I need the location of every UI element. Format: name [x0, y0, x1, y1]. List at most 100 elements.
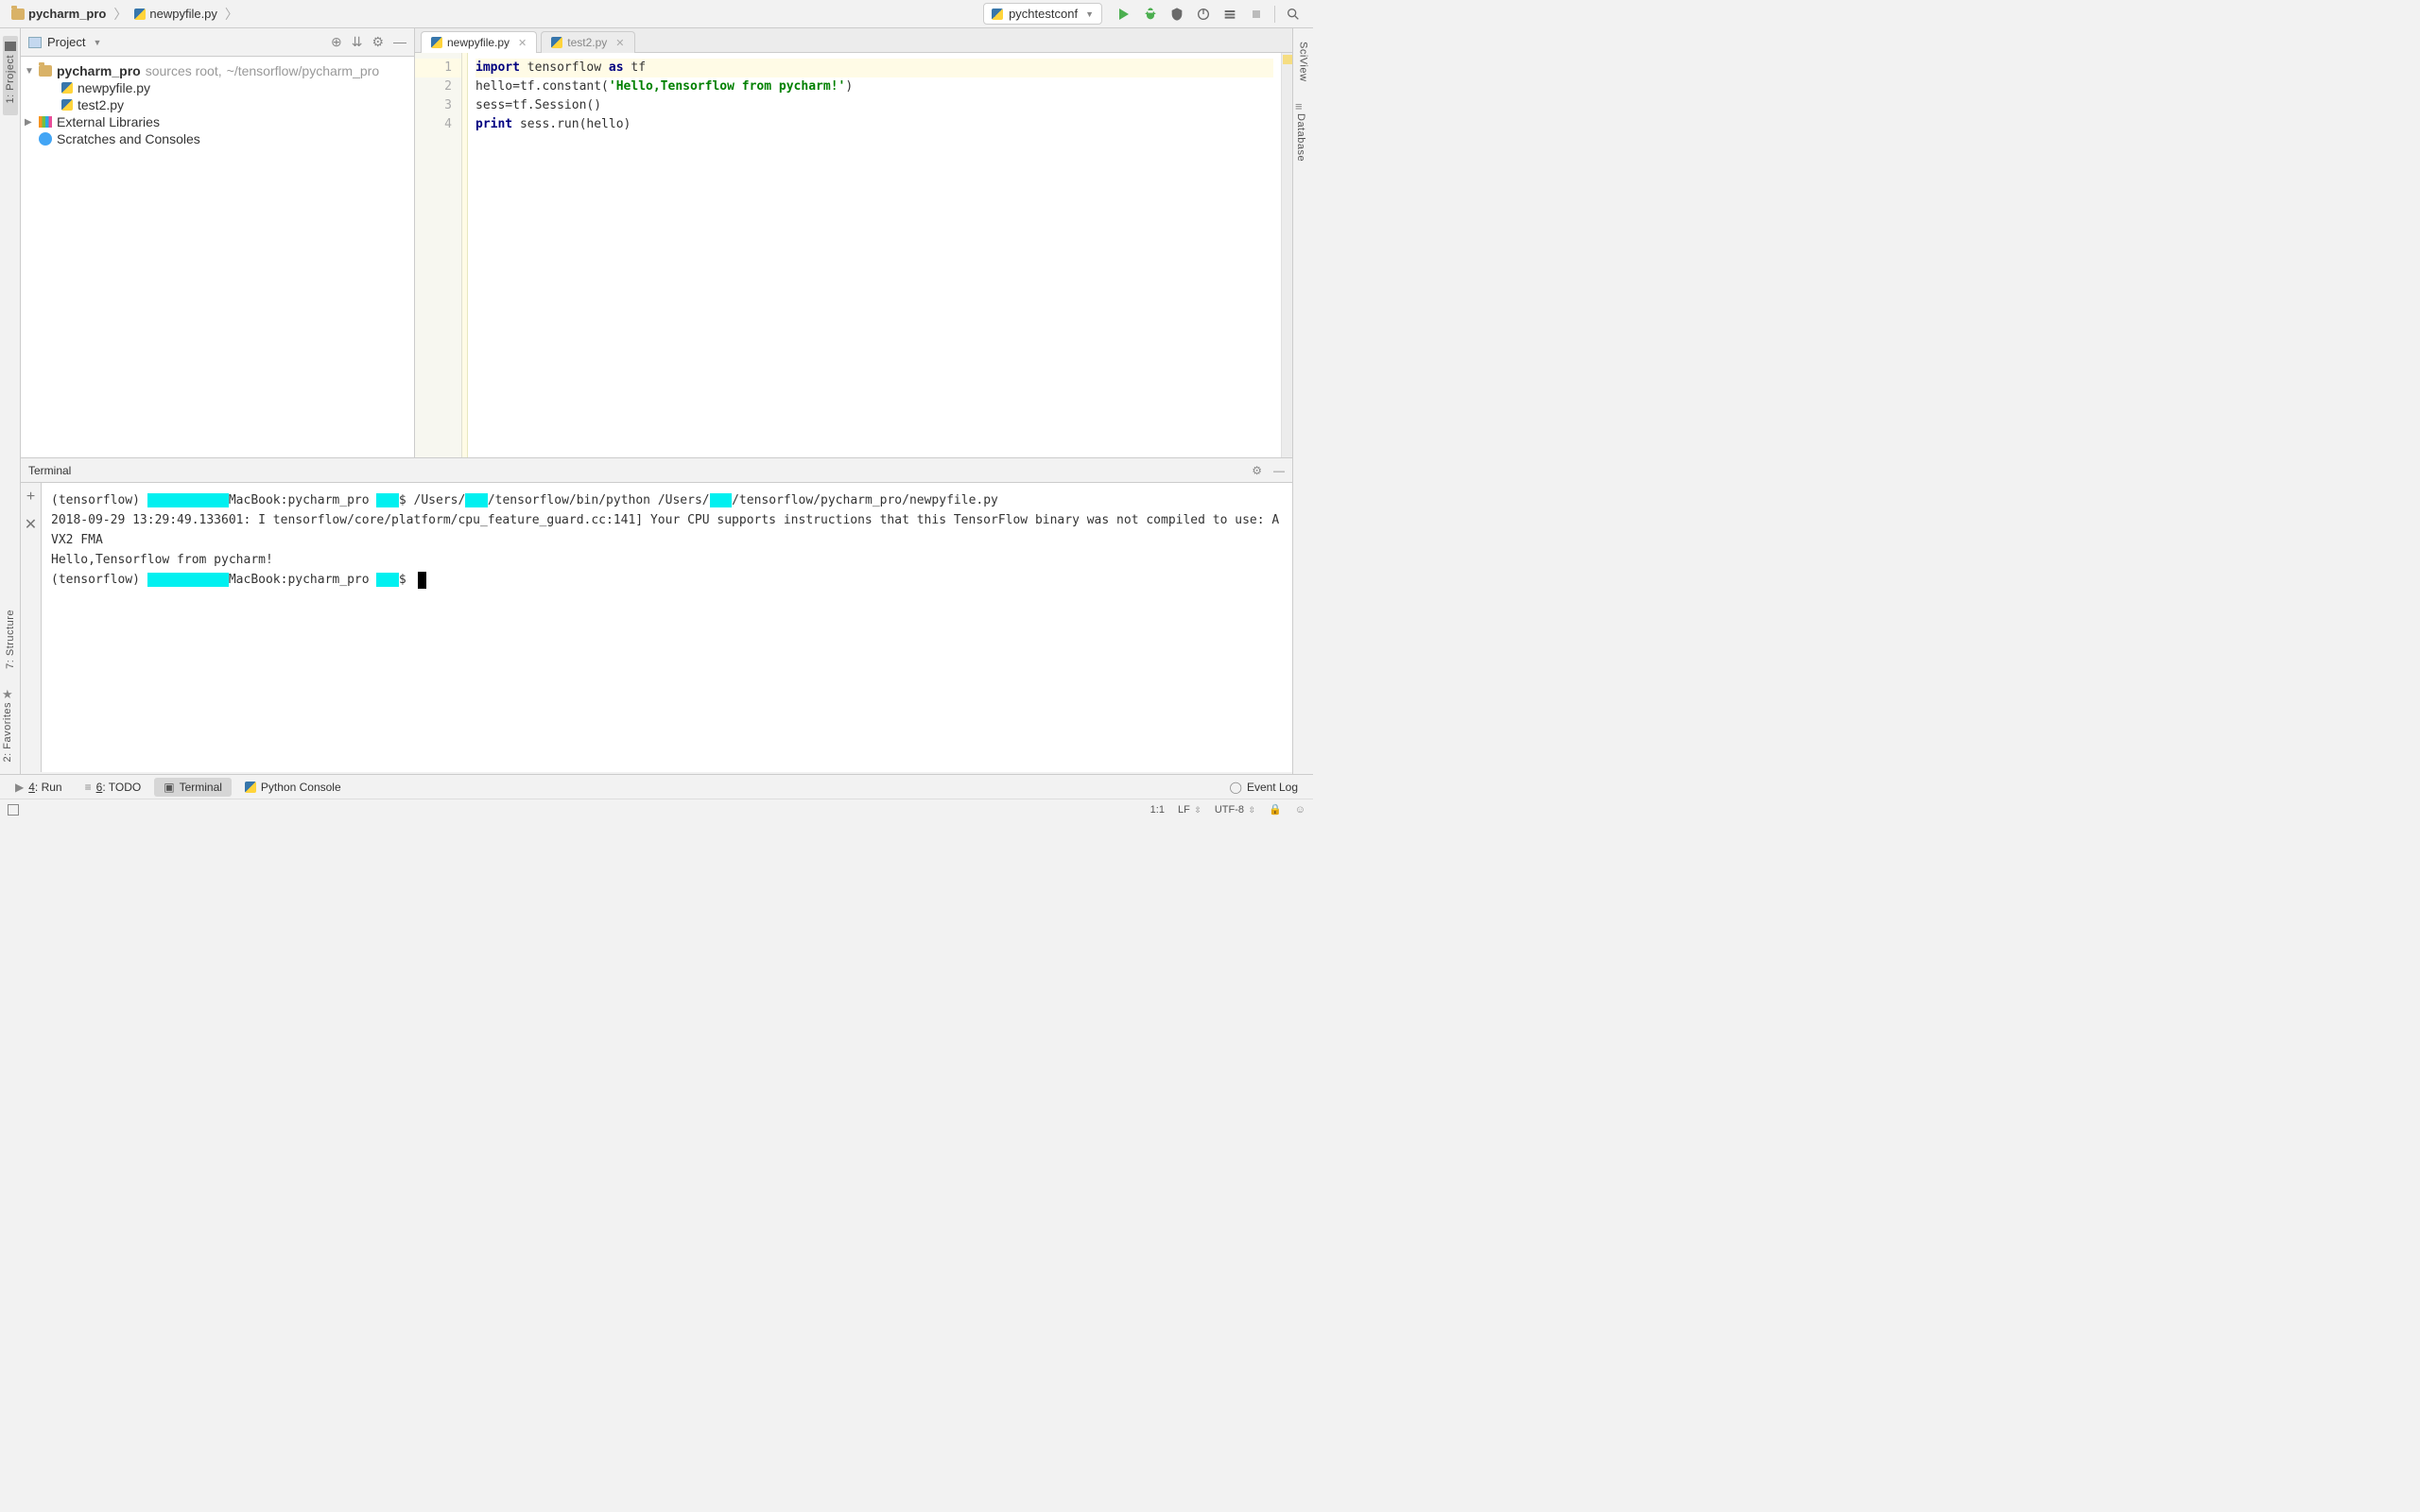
folder-icon	[5, 42, 16, 51]
redacted: XXX	[710, 493, 732, 507]
line-separator-selector[interactable]: LF ⇳	[1178, 804, 1201, 816]
run-with-coverage-button[interactable]	[1168, 6, 1185, 23]
stop-button[interactable]	[1248, 6, 1265, 23]
python-icon	[431, 37, 442, 48]
expand-icon[interactable]: ▼	[25, 66, 34, 77]
tree-file-row[interactable]: test2.py	[25, 96, 410, 113]
breadcrumb-root[interactable]: pycharm_pro	[6, 5, 112, 23]
structure-toolwindow-tab[interactable]: 7: Structure	[3, 604, 18, 681]
t: Hello,Tensorflow from pycharm!	[51, 553, 273, 567]
event-log-icon: ◯	[1230, 781, 1242, 794]
concurrency-icon	[1222, 7, 1237, 22]
project-view-icon	[28, 37, 42, 48]
terminal-header: Terminal ⚙ —	[21, 458, 1292, 483]
settings-button[interactable]: ⚙	[372, 34, 384, 50]
breadcrumb-file-label: newpyfile.py	[149, 7, 217, 21]
project-tree[interactable]: ▼ pycharm_pro sources root, ~/tensorflow…	[21, 57, 414, 153]
project-view-selector[interactable]: Project	[47, 35, 85, 49]
favorites-toolwindow-tab[interactable]: ★ 2: Favorites	[0, 681, 20, 774]
project-toolwindow-tab[interactable]: 1: Project	[3, 36, 18, 115]
t: sess.run(hello)	[512, 117, 631, 131]
t: $ /Users/	[399, 493, 465, 507]
database-toolwindow-tab[interactable]: ≡ Database	[1293, 94, 1313, 174]
redacted: XXX	[376, 573, 398, 587]
line-number-gutter: 1 2 3 4	[415, 53, 462, 457]
event-log-toolwindow-tab[interactable]: ◯ Event Log	[1220, 778, 1307, 797]
t: tf	[624, 60, 646, 75]
navigation-bar: pycharm_pro 〉 newpyfile.py 〉 pychtestcon…	[0, 0, 1313, 28]
stop-icon	[1249, 7, 1264, 22]
run-button[interactable]	[1115, 6, 1132, 23]
editor-tab[interactable]: test2.py ✕	[541, 31, 634, 53]
folder-icon	[11, 9, 25, 20]
code-text[interactable]: import tensorflow as tfhello=tf.constant…	[468, 53, 1281, 457]
hide-button[interactable]: —	[393, 34, 406, 50]
breadcrumb-separator-icon: 〉	[113, 5, 127, 24]
chevron-icon: ⇳	[1246, 805, 1255, 815]
close-icon[interactable]: ✕	[518, 37, 527, 49]
code-area[interactable]: 1 2 3 4 import tensorflow as tfhello=tf.…	[415, 53, 1292, 457]
terminal-output[interactable]: (tensorflow) XXXXXXXXXXXMacBook:pycharm_…	[42, 483, 1292, 772]
expand-icon[interactable]: ▶	[25, 117, 34, 128]
terminal-tool-window: Terminal ⚙ — + ✕ (tensorflow) XXXXXXXXXX…	[21, 457, 1292, 772]
encoding-selector[interactable]: UTF-8 ⇳	[1215, 804, 1255, 816]
tree-root-row[interactable]: ▼ pycharm_pro sources root, ~/tensorflow…	[25, 62, 410, 79]
tree-file-row[interactable]: newpyfile.py	[25, 79, 410, 96]
t: hello=tf.constant(	[475, 79, 609, 94]
concurrency-button[interactable]	[1221, 6, 1238, 23]
python-icon	[245, 782, 256, 793]
chevron-down-icon: ▼	[93, 38, 101, 47]
terminal-hide-button[interactable]: —	[1273, 464, 1285, 477]
root-name: pycharm_pro	[57, 63, 141, 78]
play-icon: ▶	[15, 781, 24, 794]
todo-toolwindow-tab[interactable]: ≡ 6: TODO	[76, 778, 151, 797]
play-icon	[1119, 9, 1129, 20]
kw-as: as	[609, 60, 624, 75]
breadcrumb-file[interactable]: newpyfile.py	[129, 5, 223, 23]
tree-scratches-row[interactable]: Scratches and Consoles	[25, 130, 410, 147]
close-icon[interactable]: ✕	[615, 37, 624, 49]
line-number: 4	[415, 115, 452, 134]
tab-label: 6: TODO	[96, 781, 142, 794]
read-only-toggle[interactable]: 🔒	[1269, 803, 1282, 816]
inspections-indicator[interactable]: ☺	[1295, 804, 1305, 816]
t: MacBook:pycharm_pro	[229, 573, 377, 587]
sciview-toolwindow-tab[interactable]: SciView	[1296, 36, 1311, 94]
redacted: XXX	[465, 493, 487, 507]
scratches-label: Scratches and Consoles	[57, 131, 200, 146]
editor-tab-active[interactable]: newpyfile.py ✕	[421, 31, 537, 53]
breadcrumb-root-label: pycharm_pro	[28, 7, 106, 21]
coverage-icon	[1169, 7, 1184, 22]
close-session-button[interactable]: ✕	[25, 515, 37, 534]
python-icon	[992, 9, 1003, 20]
tree-external-libs-row[interactable]: ▶ External Libraries	[25, 113, 410, 130]
chevron-down-icon: ▼	[1085, 9, 1094, 19]
separator	[1274, 6, 1275, 23]
run-configuration-selector[interactable]: pychtestconf ▼	[983, 3, 1102, 25]
profile-button[interactable]	[1195, 6, 1212, 23]
tab-label: Event Log	[1247, 781, 1298, 794]
new-session-button[interactable]: +	[26, 489, 35, 506]
breadcrumb-separator-icon: 〉	[225, 5, 238, 24]
redacted: XXXXXXXXXXX	[147, 573, 229, 587]
tab-label: 1: Project	[5, 55, 16, 103]
error-stripe[interactable]	[1281, 53, 1292, 457]
terminal-settings-button[interactable]: ⚙	[1252, 464, 1262, 477]
project-panel-header: Project ▼ ⊕ ⇊ ⚙ —	[21, 28, 414, 57]
list-icon: ≡	[85, 781, 92, 794]
run-toolwindow-tab[interactable]: ▶ 4: Run	[6, 778, 72, 797]
terminal-cursor	[418, 572, 426, 589]
python-console-toolwindow-tab[interactable]: Python Console	[235, 778, 351, 797]
search-everywhere-button[interactable]	[1285, 6, 1302, 23]
cursor-position[interactable]: 1:1	[1150, 804, 1165, 816]
debug-button[interactable]	[1142, 6, 1159, 23]
terminal-toolwindow-tab[interactable]: ▣ Terminal	[154, 778, 232, 797]
warning-marker[interactable]	[1283, 55, 1292, 64]
collapse-all-button[interactable]: ⇊	[352, 34, 363, 50]
toolwindows-toggle-button[interactable]	[8, 804, 19, 816]
folder-icon	[39, 65, 52, 77]
t: MacBook:pycharm_pro	[229, 493, 377, 507]
locate-button[interactable]: ⊕	[331, 34, 342, 50]
t: sess=tf.Session()	[475, 98, 601, 112]
kw-import: import	[475, 60, 520, 75]
